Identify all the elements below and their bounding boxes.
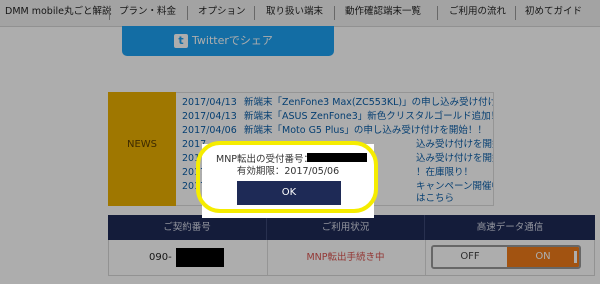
page: DMM mobile丸ごと解説 プラン・料金 オプション 取り扱い端末 動作確認… [0,0,600,284]
highlight-annotation [196,141,378,213]
